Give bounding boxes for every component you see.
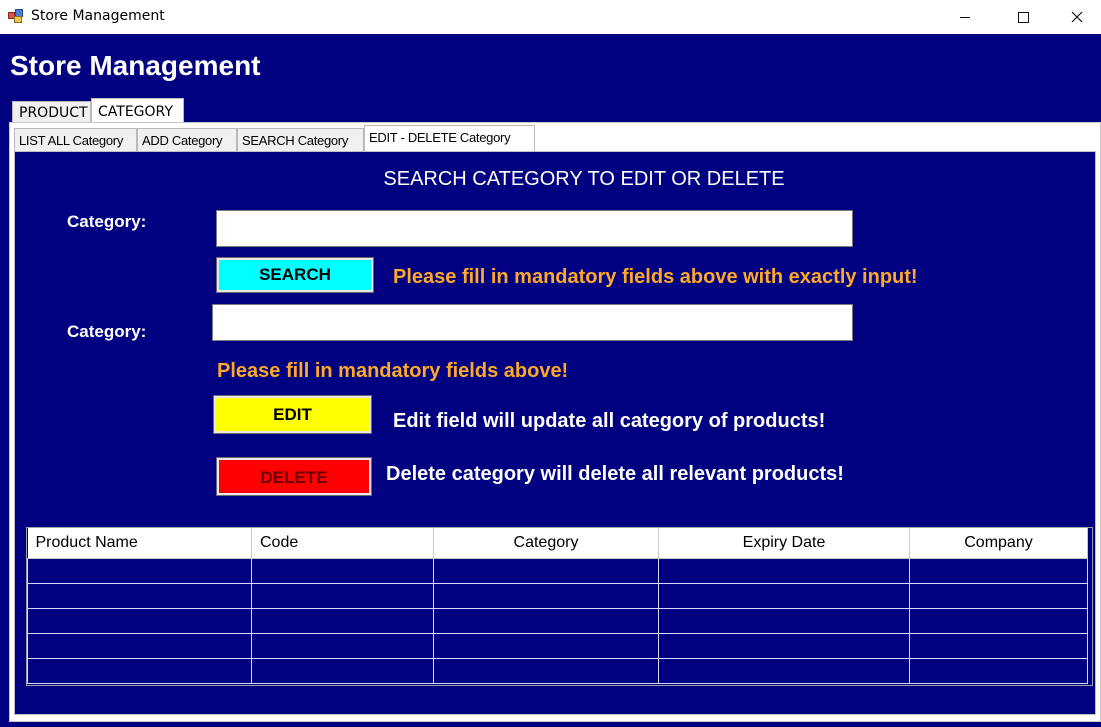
search-category-input[interactable] bbox=[216, 210, 853, 247]
section-title: SEARCH CATEGORY TO EDIT OR DELETE bbox=[383, 168, 785, 190]
app-heading: Store Management bbox=[10, 50, 261, 81]
edit-category-label: Category: bbox=[67, 322, 147, 341]
column-header-category[interactable]: Category bbox=[433, 528, 659, 559]
table-cell[interactable] bbox=[658, 632, 910, 659]
table-row[interactable] bbox=[27, 557, 1088, 584]
table-cell[interactable] bbox=[658, 657, 910, 684]
title-bar: Store Management bbox=[0, 0, 1101, 34]
table-cell[interactable] bbox=[433, 632, 659, 659]
window-client-area: Store Management PRODUCT CATEGORY LIST A… bbox=[0, 34, 1101, 727]
products-grid[interactable]: Product Name Code Category Expiry Date C… bbox=[26, 527, 1093, 686]
delete-button[interactable]: DELETE bbox=[216, 457, 372, 496]
close-icon bbox=[1071, 11, 1082, 23]
products-table: Product Name Code Category Expiry Date C… bbox=[27, 528, 1088, 684]
table-cell[interactable] bbox=[27, 607, 252, 634]
tab-list-all-category[interactable]: LIST ALL Category bbox=[14, 128, 137, 151]
table-row[interactable] bbox=[27, 607, 1088, 634]
table-cell[interactable] bbox=[27, 632, 252, 659]
search-button[interactable]: SEARCH bbox=[216, 257, 374, 293]
table-row[interactable] bbox=[27, 632, 1088, 659]
table-cell[interactable] bbox=[27, 582, 252, 609]
column-header-expiry-date[interactable]: Expiry Date bbox=[658, 528, 910, 559]
category-tab-panel: LIST ALL Category ADD Category SEARCH Ca… bbox=[9, 122, 1101, 722]
tab-product[interactable]: PRODUCT bbox=[12, 101, 91, 122]
table-cell[interactable] bbox=[251, 657, 434, 684]
table-cell[interactable] bbox=[658, 557, 910, 584]
tab-search-category[interactable]: SEARCH Category bbox=[237, 128, 364, 151]
column-header-code[interactable]: Code bbox=[251, 528, 434, 559]
table-cell[interactable] bbox=[909, 607, 1088, 634]
table-cell[interactable] bbox=[909, 582, 1088, 609]
table-cell[interactable] bbox=[433, 582, 659, 609]
table-row[interactable] bbox=[27, 582, 1088, 609]
table-cell[interactable] bbox=[251, 607, 434, 634]
search-category-label: Category: bbox=[67, 212, 147, 231]
column-header-company[interactable]: Company bbox=[909, 528, 1088, 559]
table-cell[interactable] bbox=[27, 657, 252, 684]
minimize-icon bbox=[960, 16, 970, 18]
table-cell[interactable] bbox=[433, 657, 659, 684]
column-header-product-name[interactable]: Product Name bbox=[27, 528, 252, 559]
minimize-button[interactable] bbox=[936, 0, 994, 34]
delete-note: Delete category will delete all relevant… bbox=[386, 463, 844, 485]
table-cell[interactable] bbox=[251, 582, 434, 609]
edit-category-input[interactable] bbox=[212, 304, 853, 341]
table-cell[interactable] bbox=[433, 557, 659, 584]
tab-add-category[interactable]: ADD Category bbox=[137, 128, 237, 151]
table-cell[interactable] bbox=[658, 607, 910, 634]
edit-delete-panel: SEARCH CATEGORY TO EDIT OR DELETE Catego… bbox=[14, 151, 1096, 715]
window-title: Store Management bbox=[31, 8, 165, 24]
table-row[interactable] bbox=[27, 657, 1088, 684]
search-hint: Please fill in mandatory fields above wi… bbox=[393, 266, 918, 288]
table-cell[interactable] bbox=[909, 657, 1088, 684]
tab-category[interactable]: CATEGORY bbox=[91, 98, 184, 122]
table-cell[interactable] bbox=[433, 607, 659, 634]
close-button[interactable] bbox=[1052, 0, 1101, 34]
maximize-button[interactable] bbox=[994, 0, 1052, 34]
table-cell[interactable] bbox=[27, 557, 252, 584]
edit-hint: Please fill in mandatory fields above! bbox=[217, 360, 569, 382]
edit-button[interactable]: EDIT bbox=[213, 395, 372, 434]
table-cell[interactable] bbox=[909, 632, 1088, 659]
tab-edit-delete-category[interactable]: EDIT - DELETE Category bbox=[364, 125, 535, 151]
table-cell[interactable] bbox=[658, 582, 910, 609]
maximize-icon bbox=[1017, 11, 1029, 23]
table-header-row: Product Name Code Category Expiry Date C… bbox=[27, 528, 1088, 559]
table-cell[interactable] bbox=[251, 632, 434, 659]
app-icon bbox=[8, 9, 24, 23]
table-cell[interactable] bbox=[251, 557, 434, 584]
edit-note: Edit field will update all category of p… bbox=[393, 410, 826, 432]
table-cell[interactable] bbox=[909, 557, 1088, 584]
